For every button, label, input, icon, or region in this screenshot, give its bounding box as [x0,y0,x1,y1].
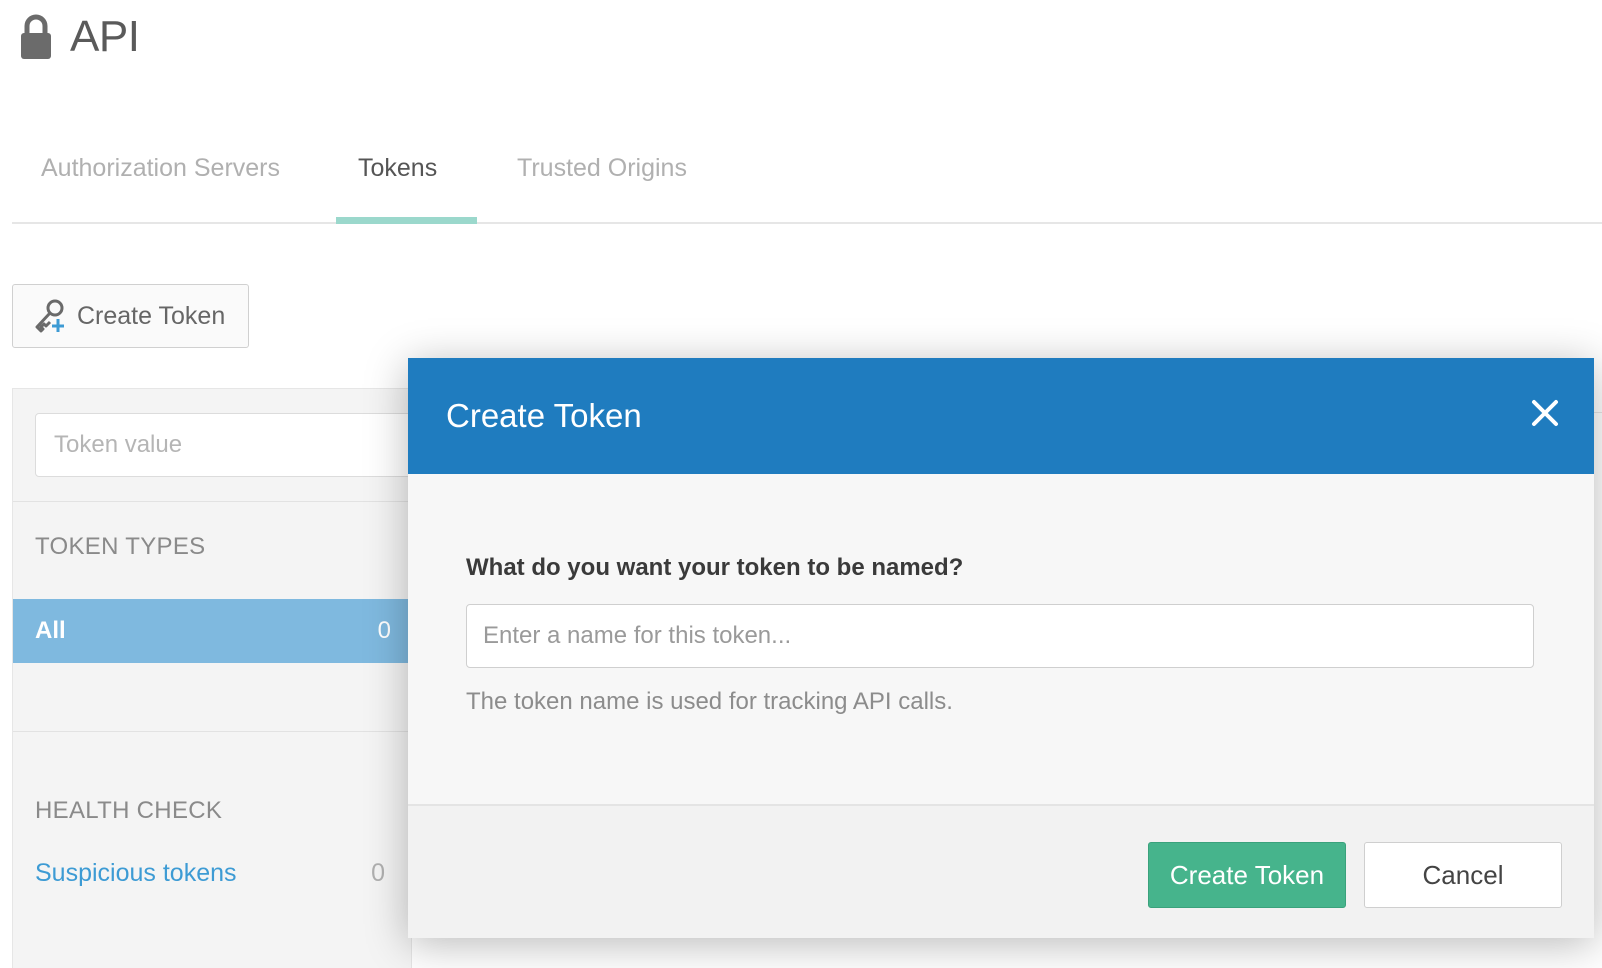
token-type-count: 0 [377,617,391,644]
filter-sidebar: TOKEN TYPES All 0 HEALTH CHECK Suspiciou… [12,388,415,968]
dialog-footer: Create Token Cancel [408,804,1594,938]
page-title: API [70,12,140,61]
suspicious-tokens-count: 0 [371,859,385,887]
create-token-submit-button[interactable]: Create Token [1148,842,1346,908]
tab-trusted-origins[interactable]: Trusted Origins [517,140,687,224]
dialog-title: Create Token [446,397,642,434]
token-type-label: All [35,617,66,644]
active-tab-indicator [336,217,477,224]
lock-icon [21,14,51,59]
key-add-icon [35,299,64,333]
tab-authorization-servers[interactable]: Authorization Servers [41,140,280,224]
token-types-heading: TOKEN TYPES [35,533,206,560]
sidebar-divider [13,731,413,732]
health-item-suspicious: Suspicious tokens 0 [35,859,385,888]
api-page: API Authorization Servers Tokens Trusted… [0,0,1602,968]
create-token-dialog: Create Token What do you want your token… [408,358,1594,938]
token-type-all[interactable]: All 0 [13,599,413,663]
token-name-input[interactable] [466,604,1534,668]
page-header: API [20,12,140,62]
close-icon[interactable] [1530,398,1560,428]
suspicious-tokens-link[interactable]: Suspicious tokens [35,859,237,888]
token-search-input[interactable] [35,413,415,477]
cancel-button[interactable]: Cancel [1364,842,1562,908]
create-token-label: Create Token [77,301,226,330]
create-token-button[interactable]: Create Token [12,284,249,348]
sidebar-divider [13,501,413,502]
dialog-body: What do you want your token to be named?… [408,474,1594,804]
dialog-header: Create Token [408,358,1594,474]
token-name-label: What do you want your token to be named? [466,554,964,581]
tab-bar: Authorization Servers Tokens Trusted Ori… [12,140,1602,224]
token-name-help: The token name is used for tracking API … [466,688,953,715]
tab-tokens[interactable]: Tokens [358,140,437,224]
health-check-heading: HEALTH CHECK [35,797,223,824]
